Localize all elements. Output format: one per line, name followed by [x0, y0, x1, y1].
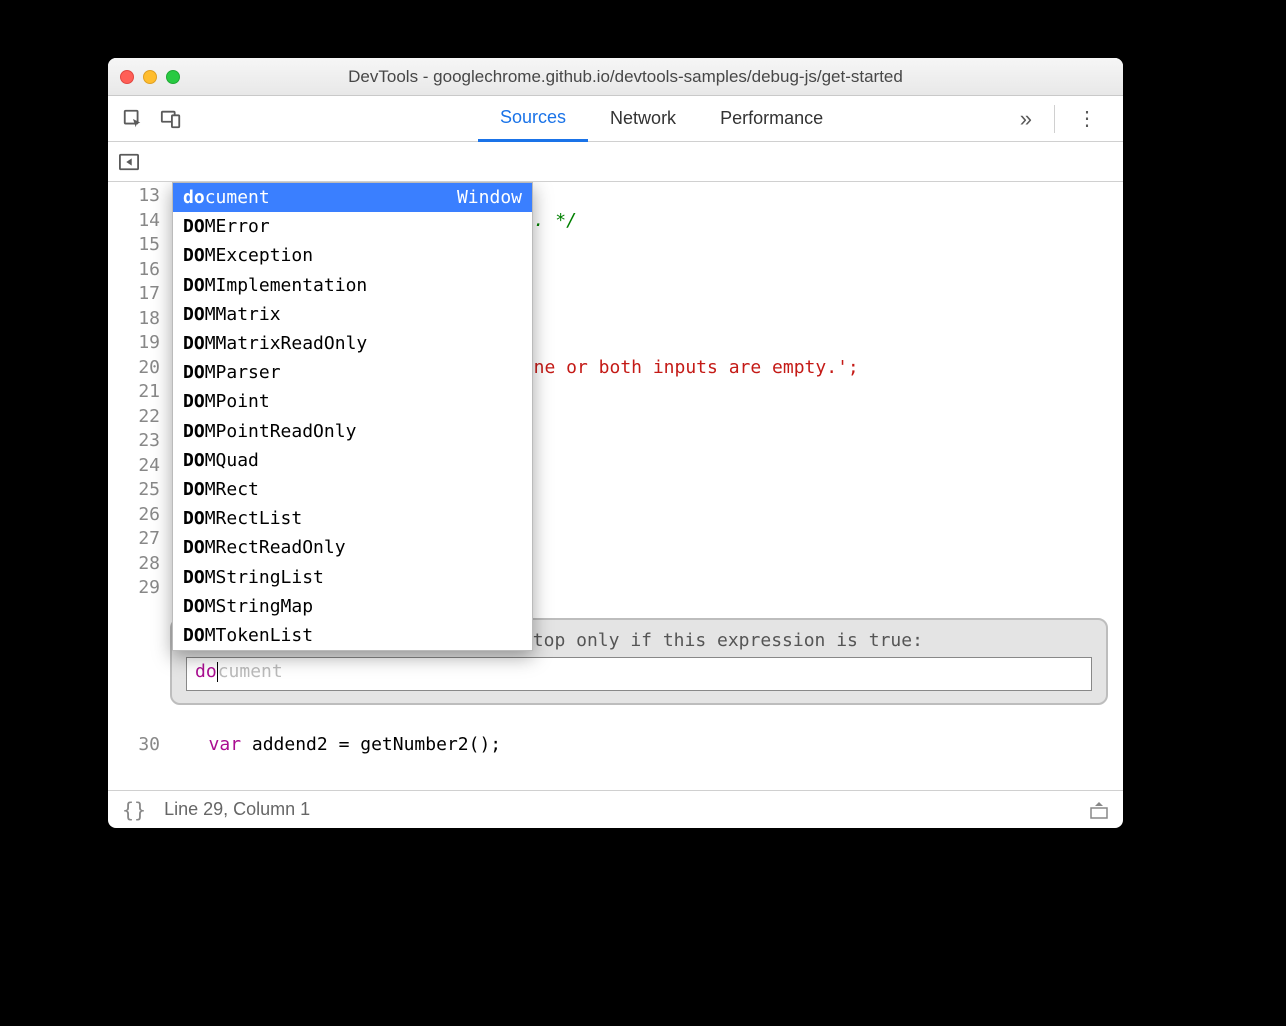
autocomplete-match: DO — [183, 421, 205, 442]
autocomplete-match: DO — [183, 537, 205, 558]
tabbar: Sources Network Performance » ⋮ — [108, 96, 1123, 142]
line-number[interactable]: 22 — [108, 405, 160, 430]
autocomplete-item[interactable]: DOMImplementation — [173, 271, 532, 300]
autocomplete-match: DO — [183, 508, 205, 529]
line-number[interactable]: 30 — [108, 734, 168, 755]
line-number[interactable]: 21 — [108, 380, 160, 405]
line-number[interactable]: 27 — [108, 527, 160, 552]
line-number[interactable]: 16 — [108, 258, 160, 283]
minimize-window-button[interactable] — [143, 70, 157, 84]
zoom-window-button[interactable] — [166, 70, 180, 84]
code-text: var addend2 = getNumber2(); — [168, 734, 501, 755]
autocomplete-item[interactable]: DOMError — [173, 212, 532, 241]
autocomplete-match: DO — [183, 567, 205, 588]
line-number[interactable]: 25 — [108, 478, 160, 503]
statusbar: {} Line 29, Column 1 — [108, 790, 1123, 828]
conditional-breakpoint-input[interactable]: document — [186, 657, 1092, 691]
autocomplete-item[interactable]: DOMPoint — [173, 387, 532, 416]
autocomplete-rest: MTokenList — [205, 625, 313, 646]
traffic-lights — [120, 70, 180, 84]
autocomplete-rest: MPointReadOnly — [205, 421, 357, 442]
autocomplete-item[interactable]: DOMStringMap — [173, 592, 532, 621]
autocomplete-match: DO — [183, 275, 205, 296]
autocomplete-item[interactable]: DOMParser — [173, 358, 532, 387]
autocomplete-match: DO — [183, 304, 205, 325]
autocomplete-item[interactable]: DOMException — [173, 241, 532, 270]
line-number[interactable]: 24 — [108, 454, 160, 479]
autocomplete-item[interactable]: DOMRectReadOnly — [173, 533, 532, 562]
autocomplete-item[interactable]: DOMQuad — [173, 446, 532, 475]
autocomplete-match: DO — [183, 245, 205, 266]
autocomplete-rest: MRectReadOnly — [205, 537, 346, 558]
settings-menu-button[interactable]: ⋮ — [1063, 106, 1113, 131]
line-number[interactable]: 26 — [108, 503, 160, 528]
autocomplete-rest: MStringMap — [205, 596, 313, 617]
tabs-overflow-button[interactable]: » — [1006, 106, 1046, 132]
line-number[interactable]: 14 — [108, 209, 160, 234]
autocomplete-match: DO — [183, 216, 205, 237]
autocomplete-match: DO — [183, 479, 205, 500]
autocomplete-item[interactable]: DOMMatrixReadOnly — [173, 329, 532, 358]
pretty-print-button[interactable]: {} — [122, 798, 146, 822]
line-number[interactable]: 20 — [108, 356, 160, 381]
titlebar: DevTools - googlechrome.github.io/devtoo… — [108, 58, 1123, 96]
autocomplete-rest: MImplementation — [205, 275, 368, 296]
sources-toolbar — [108, 142, 1123, 182]
autocomplete-rest: MStringList — [205, 567, 324, 588]
autocomplete-item[interactable]: document Window — [173, 183, 532, 212]
tab-performance[interactable]: Performance — [698, 96, 845, 142]
device-toolbar-icon[interactable] — [156, 104, 186, 134]
autocomplete-item[interactable]: DOMPointReadOnly — [173, 417, 532, 446]
devtools-window: DevTools - googlechrome.github.io/devtoo… — [108, 58, 1123, 828]
autocomplete-rest: MRect — [205, 479, 259, 500]
panel-tabs: Sources Network Performance — [198, 96, 845, 142]
autocomplete-rest: MRectList — [205, 508, 303, 529]
input-typed-text: do — [195, 661, 217, 682]
show-drawer-icon[interactable] — [1089, 800, 1109, 820]
autocomplete-rest: MPoint — [205, 391, 270, 412]
line-number[interactable]: 17 — [108, 282, 160, 307]
tab-network[interactable]: Network — [588, 96, 698, 142]
autocomplete-item[interactable]: DOMMatrix — [173, 300, 532, 329]
line-number[interactable]: 13 — [108, 184, 160, 209]
autocomplete-rest: MException — [205, 245, 313, 266]
toggle-navigator-icon[interactable] — [118, 152, 140, 172]
code-line-30: 30 var addend2 = getNumber2(); — [108, 734, 1123, 755]
line-number[interactable]: 29 — [108, 576, 160, 601]
autocomplete-match: DO — [183, 333, 205, 354]
window-title: DevTools - googlechrome.github.io/devtoo… — [190, 67, 1061, 87]
autocomplete-rest: MMatrix — [205, 304, 281, 325]
line-number[interactable]: 28 — [108, 552, 160, 577]
close-window-button[interactable] — [120, 70, 134, 84]
autocomplete-match: do — [183, 187, 205, 208]
autocomplete-rest: MQuad — [205, 450, 259, 471]
autocomplete-match: DO — [183, 450, 205, 471]
code-editor[interactable]: 13 14 15 16 17 18 19 20 21 22 23 24 25 2… — [108, 182, 1123, 790]
line-number[interactable]: 18 — [108, 307, 160, 332]
autocomplete-item[interactable]: DOMStringList — [173, 562, 532, 591]
input-ghost-text: cument — [218, 661, 283, 682]
autocomplete-match: DO — [183, 362, 205, 383]
inspect-element-icon[interactable] — [118, 104, 148, 134]
autocomplete-rest: MError — [205, 216, 270, 237]
divider — [1054, 105, 1055, 133]
line-number[interactable]: 23 — [108, 429, 160, 454]
line-number[interactable]: 19 — [108, 331, 160, 356]
line-number[interactable]: 15 — [108, 233, 160, 258]
tab-sources[interactable]: Sources — [478, 96, 588, 142]
autocomplete-popup[interactable]: documentWindowDOMErrorDOMExceptionDOMImp… — [172, 182, 533, 651]
cursor-position: Line 29, Column 1 — [164, 799, 310, 820]
line-gutter[interactable]: 13 14 15 16 17 18 19 20 21 22 23 24 25 2… — [108, 182, 168, 790]
autocomplete-rest: MParser — [205, 362, 281, 383]
autocomplete-match: DO — [183, 625, 205, 646]
autocomplete-match: DO — [183, 596, 205, 617]
autocomplete-item[interactable]: DOMRectList — [173, 504, 532, 533]
autocomplete-item[interactable]: DOMTokenList — [173, 621, 532, 650]
autocomplete-match: DO — [183, 391, 205, 412]
autocomplete-item[interactable]: DOMRect — [173, 475, 532, 504]
autocomplete-hint: Window — [457, 187, 522, 208]
autocomplete-rest: cument — [205, 187, 270, 208]
autocomplete-rest: MMatrixReadOnly — [205, 333, 368, 354]
